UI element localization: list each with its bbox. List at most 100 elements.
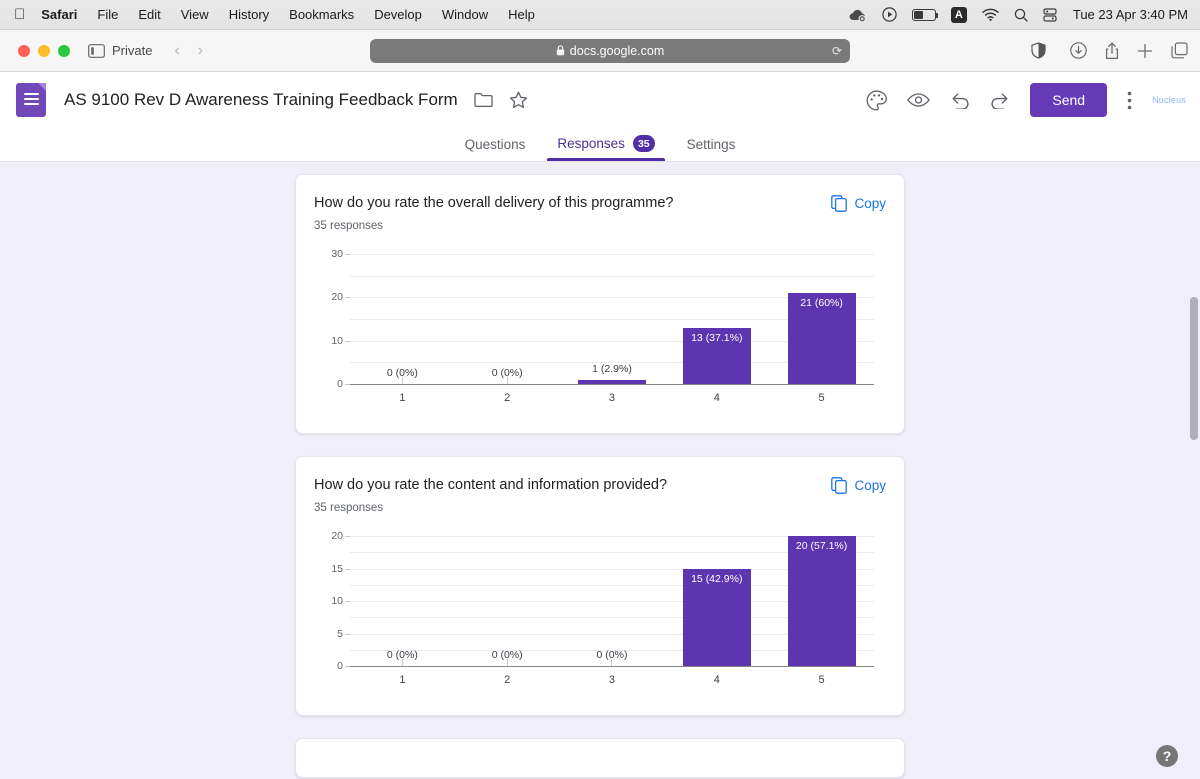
x-axis-label: 4 [713,392,720,404]
copy-label: Copy [854,196,886,211]
macos-menu-bar:  Safari File Edit View History Bookmark… [0,0,1200,30]
address-bar[interactable]: docs.google.com ⟳ [370,38,851,63]
menu-item-edit[interactable]: Edit [138,7,160,22]
window-controls[interactable] [18,44,70,57]
menu-item-window[interactable]: Window [442,7,488,22]
copy-chart-button[interactable]: Copy [819,195,886,212]
search-icon[interactable] [1014,8,1028,22]
maximize-window-button[interactable] [58,44,70,57]
downloads-icon[interactable] [1070,42,1087,59]
bar-column[interactable]: 13 (37.1%) 4 [664,254,769,404]
menu-item-view[interactable]: View [181,7,209,22]
forms-header-actions: Send Nucleus [866,83,1186,117]
bar-column[interactable]: 21 (60%) 5 [769,254,874,404]
apple-logo-icon[interactable]:  [14,7,25,22]
share-icon[interactable] [1105,42,1119,60]
safari-toolbar: Private ‹ › docs.google.com ⟳ [0,30,1200,72]
bar-value-label: 20 (57.1%) [795,540,848,552]
cloud-offline-icon[interactable] [848,8,867,22]
tab-overview-icon[interactable] [1171,42,1188,59]
bar-column[interactable]: 0 (0%) 1 [350,254,455,404]
bar-column[interactable]: 0 (0%) 1 [350,536,455,686]
avatar[interactable]: Nucleus [1152,95,1186,105]
menu-item-history[interactable]: History [229,7,269,22]
x-axis-label: 2 [504,392,511,404]
eye-icon[interactable] [907,92,931,108]
help-button[interactable]: ? [1156,745,1178,767]
menu-bar-clock[interactable]: Tue 23 Apr 3:40 PM [1073,7,1188,22]
bar-chart-1: 30 20 10 0 0 (0%) 1 0 (0%) 2 1 (2.9%) 3 … [314,246,886,411]
back-button[interactable]: ‹ [174,42,179,60]
bar-column[interactable]: 15 (42.9%) 4 [664,536,769,686]
menu-item-develop[interactable]: Develop [374,7,422,22]
play-circle-icon[interactable] [882,7,897,22]
tab-responses[interactable]: Responses 35 [541,135,670,161]
redo-icon[interactable] [990,92,1010,109]
question-summary-card: How do you rate the content and informat… [295,456,905,716]
safari-toolbar-right [1050,42,1188,60]
vertical-scrollbar[interactable] [1190,297,1198,440]
menu-item-safari[interactable]: Safari [41,7,77,22]
menu-item-bookmarks[interactable]: Bookmarks [289,7,354,22]
send-button[interactable]: Send [1030,83,1108,117]
menu-item-file[interactable]: File [97,7,118,22]
address-bar-url: docs.google.com [569,43,665,58]
address-bar-container: docs.google.com ⟳ [203,38,1017,63]
close-window-button[interactable] [18,44,30,57]
keyboard-input-A-icon[interactable]: A [950,6,967,23]
bar[interactable]: 13 (37.1%) [682,327,751,384]
bar[interactable]: 15 (42.9%) [682,568,751,666]
bar-column[interactable]: 1 (2.9%) 3 [560,254,665,404]
responses-summary-panel[interactable]: How do you rate the overall delivery of … [0,162,1200,779]
forms-tab-bar: Questions Responses 35 Settings [0,128,1200,162]
bar-column[interactable]: 20 (57.1%) 5 [769,536,874,686]
google-forms-logo-icon [16,83,46,117]
x-axis-label: 3 [608,674,616,686]
bar-column[interactable]: 0 (0%) 2 [455,536,560,686]
folder-icon[interactable] [474,92,493,108]
bar-column[interactable]: 0 (0%) 2 [455,254,560,404]
bar-value-label: 0 (0%) [491,367,523,379]
bar-value-label: 0 (0%) [491,649,523,661]
y-axis-label: 20 [331,291,343,304]
tab-questions-label: Questions [464,137,526,152]
more-vertical-icon[interactable] [1127,91,1132,110]
bar[interactable]: 1 (2.9%) [577,363,646,384]
bar-chart-2: 20 15 10 5 0 0 (0%) 1 0 (0%) 2 0 (0%) 3 … [314,528,886,693]
lock-icon [556,45,565,56]
y-axis-label: 10 [331,334,343,347]
form-title[interactable]: AS 9100 Rev D Awareness Training Feedbac… [64,90,458,110]
privacy-report-icon[interactable] [1031,42,1046,59]
star-icon[interactable] [509,91,528,109]
y-axis-label: 5 [337,627,343,640]
reload-button[interactable]: ⟳ [832,44,842,58]
bar[interactable]: 21 (60%) [787,293,856,384]
bar-column[interactable]: 0 (0%) 3 [560,536,665,686]
bar[interactable]: 20 (57.1%) [787,536,856,666]
bar-value-label: 0 (0%) [596,649,628,661]
tab-settings[interactable]: Settings [671,137,752,161]
battery-charging-icon[interactable] [911,8,939,21]
palette-icon[interactable] [866,90,888,111]
y-axis-label: 0 [337,378,343,390]
navigation-arrows: ‹ › [174,42,203,60]
new-tab-icon[interactable] [1137,43,1153,59]
wifi-icon[interactable] [982,8,999,21]
x-axis-label: 2 [504,674,511,686]
question-summary-card: How do you rate the overall delivery of … [295,174,905,434]
tab-questions[interactable]: Questions [449,137,542,161]
sidebar-toggle-button[interactable]: Private [88,43,152,58]
control-center-icon[interactable] [1043,7,1057,22]
y-axis-label: 20 [331,530,343,542]
menu-item-help[interactable]: Help [508,7,535,22]
forms-logo-lines [23,92,39,108]
response-count-badge: 35 [632,135,655,152]
question-header-row: How do you rate the content and informat… [314,477,886,494]
undo-icon[interactable] [950,92,970,109]
tab-responses-label: Responses [557,136,625,151]
private-mode-label: Private [112,43,153,58]
copy-chart-button[interactable]: Copy [819,477,886,494]
x-axis-label: 5 [818,674,825,686]
minimize-window-button[interactable] [38,44,50,57]
y-axis-tick [345,666,350,667]
